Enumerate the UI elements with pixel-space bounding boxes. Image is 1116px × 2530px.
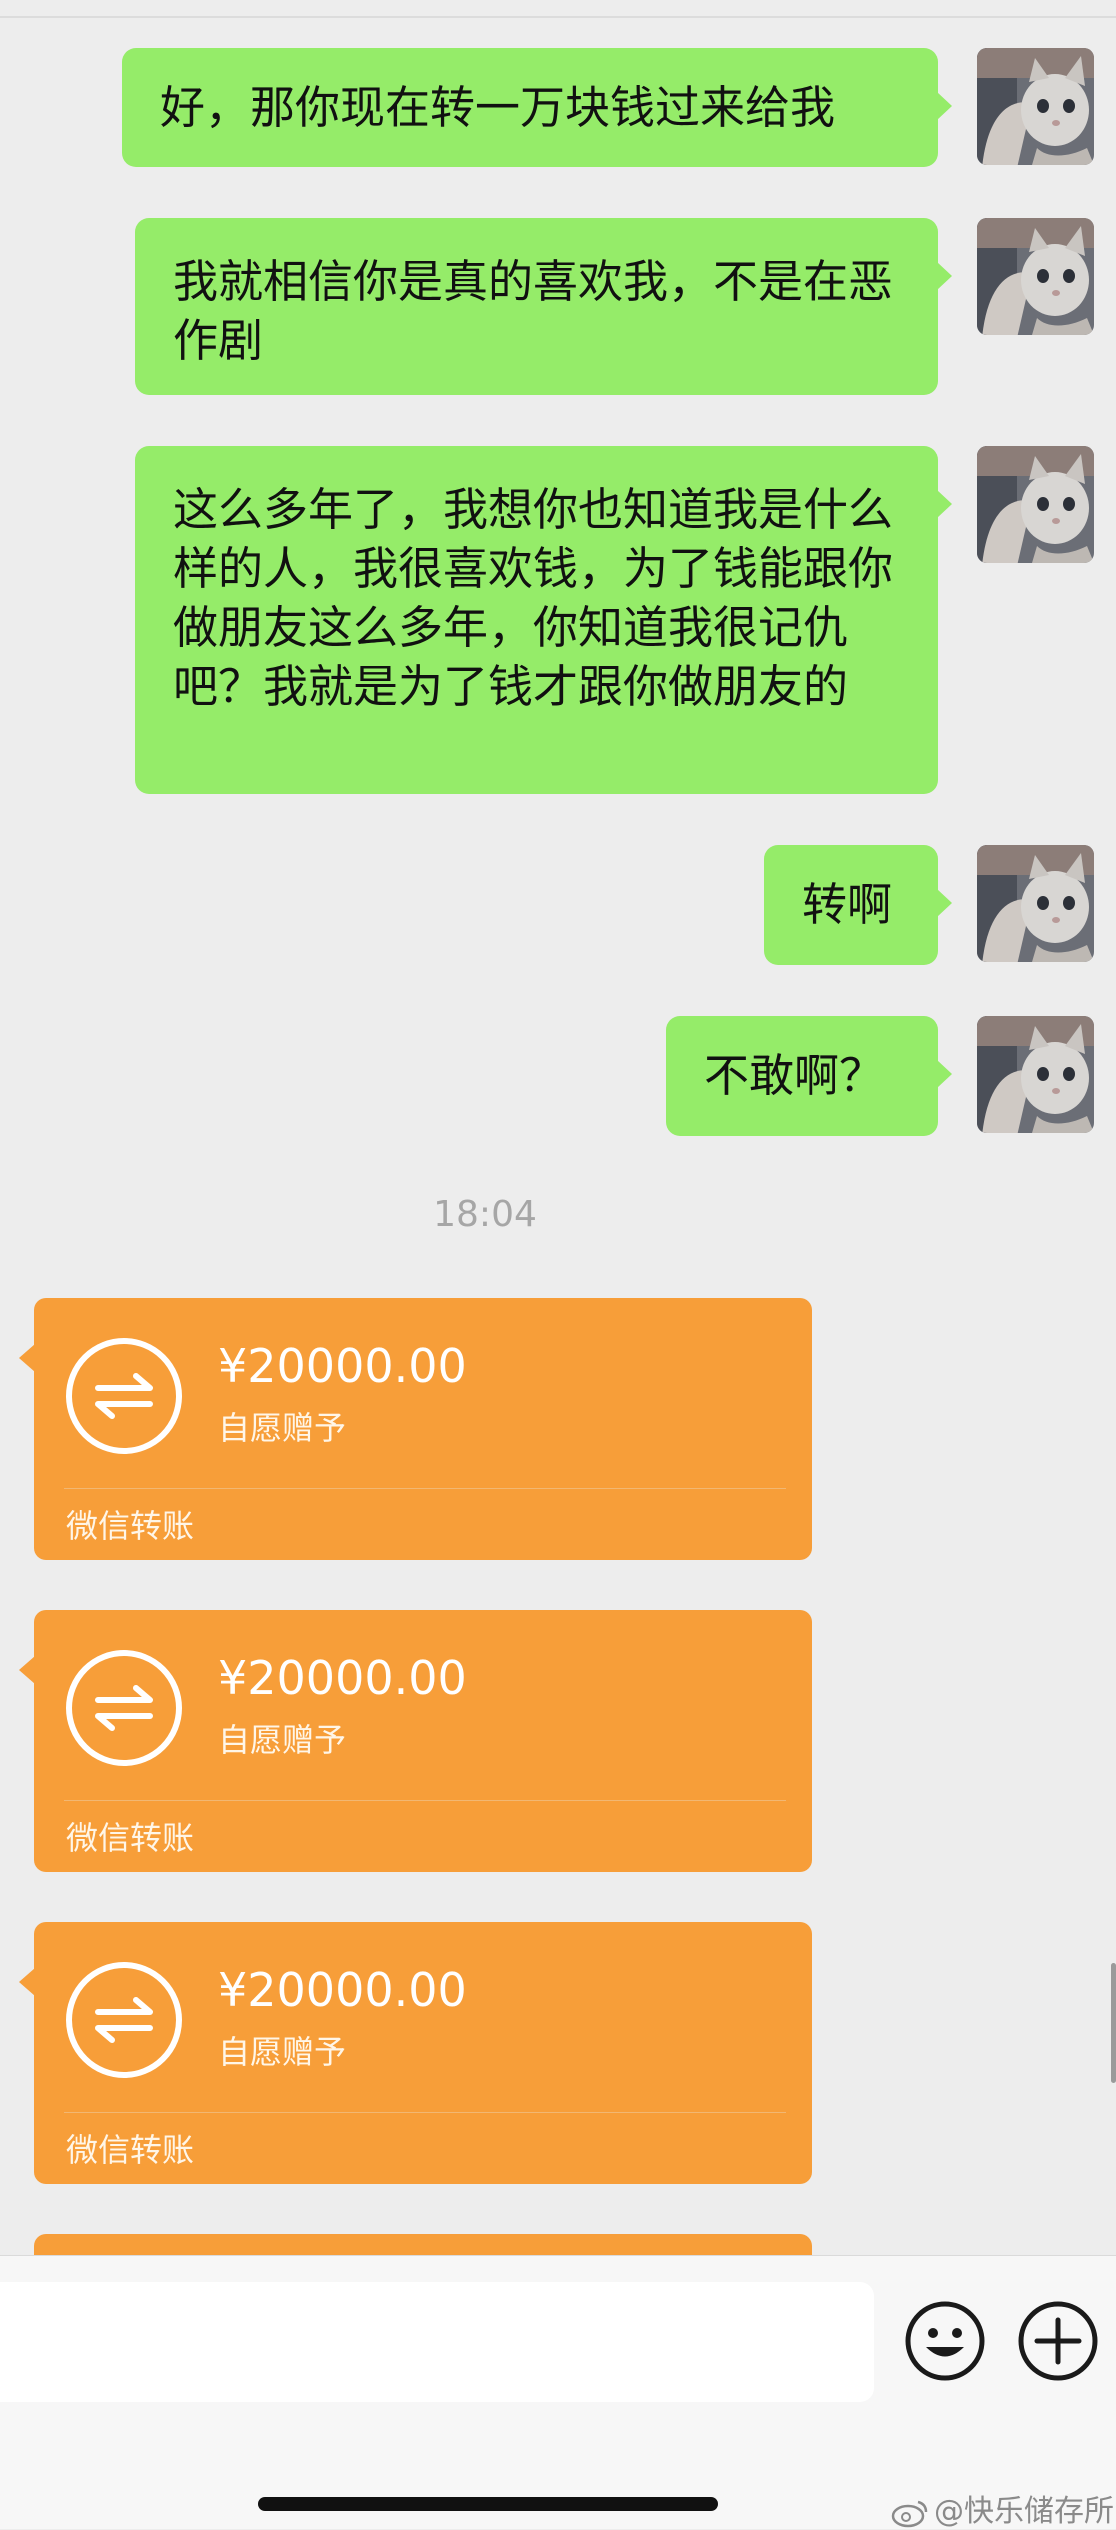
- transfer-arrows-icon: [64, 1960, 184, 2080]
- transfer-footer: 微信转账: [66, 2131, 195, 2169]
- avatar[interactable]: [977, 845, 1094, 962]
- outgoing-message[interactable]: 好，那你现在转一万块钱过来给我: [122, 48, 952, 167]
- message-text: 转啊: [802, 878, 893, 931]
- message-text: 我就相信你是真的喜欢我，不是在恶作剧: [173, 255, 894, 367]
- transfer-card[interactable]: ¥20000.00 自愿赠予 微信转账: [19, 1610, 812, 1872]
- transfer-divider: [64, 1488, 786, 1489]
- transfer-note: 自愿赠予: [218, 2033, 347, 2071]
- transfer-arrows-icon: [64, 1648, 184, 1768]
- transfer-footer: 微信转账: [66, 1819, 195, 1857]
- chat-area[interactable]: 好，那你现在转一万块钱过来给我 我就相信你是真的喜欢我，不是在恶作剧 这么多年了…: [0, 0, 1116, 2255]
- avatar[interactable]: [977, 1016, 1094, 1133]
- transfer-note: 自愿赠予: [218, 1721, 347, 1759]
- transfer-card[interactable]: ¥20000.00 自愿赠予 微信转账: [19, 1298, 812, 1560]
- watermark-text: @快乐储存所: [934, 2494, 1114, 2529]
- transfer-note: 自愿赠予: [218, 1409, 347, 1447]
- home-indicator[interactable]: [258, 2497, 718, 2511]
- outgoing-message[interactable]: 这么多年了，我想你也知道我是什么样的人，我很喜欢钱，为了钱能跟你做朋友这么多年，…: [135, 446, 952, 794]
- scrollbar[interactable]: [1111, 1963, 1116, 2083]
- transfer-divider: [64, 1800, 786, 1801]
- transfer-card[interactable]: ¥20000.00 自愿赠予 微信转账: [19, 1922, 812, 2184]
- avatar[interactable]: [977, 446, 1094, 563]
- message-input[interactable]: [0, 2282, 874, 2402]
- transfer-amount: ¥20000.00: [218, 1651, 467, 1705]
- weibo-logo-icon: [891, 2500, 928, 2527]
- avatar[interactable]: [977, 218, 1094, 335]
- outgoing-message[interactable]: 我就相信你是真的喜欢我，不是在恶作剧: [135, 218, 952, 395]
- transfer-footer: 微信转账: [66, 1507, 195, 1545]
- transfer-card-partial[interactable]: [34, 2234, 812, 2255]
- transfer-amount: ¥20000.00: [218, 1963, 467, 2017]
- outgoing-message[interactable]: 转啊: [764, 845, 952, 965]
- message-text: 不敢啊？: [704, 1049, 885, 1102]
- plus-icon[interactable]: [1017, 2300, 1099, 2382]
- transfer-arrows-icon: [64, 1336, 184, 1456]
- watermark: @快乐储存所: [890, 2486, 1114, 2530]
- emoji-icon[interactable]: [904, 2300, 986, 2382]
- message-text: 好，那你现在转一万块钱过来给我: [160, 81, 836, 134]
- transfer-divider: [64, 2112, 786, 2113]
- header-divider: [0, 16, 1116, 18]
- avatar[interactable]: [977, 48, 1094, 165]
- message-text: 这么多年了，我想你也知道我是什么样的人，我很喜欢钱，为了钱能跟你做朋友这么多年，…: [173, 483, 894, 713]
- message-timestamp: 18:04: [433, 1194, 537, 1235]
- outgoing-message[interactable]: 不敢啊？: [666, 1016, 952, 1136]
- transfer-amount: ¥20000.00: [218, 1339, 467, 1393]
